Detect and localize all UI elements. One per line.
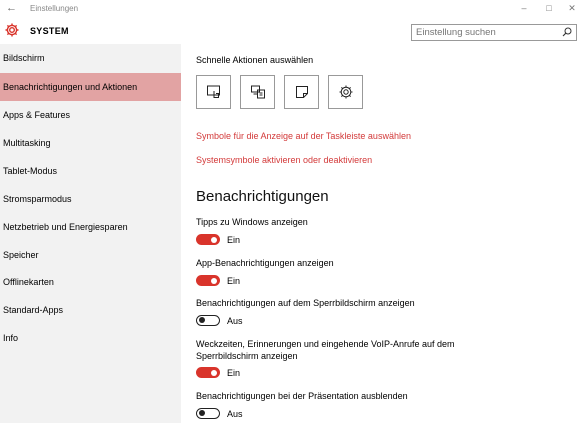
toggle-state-presentation: Aus bbox=[227, 409, 243, 419]
setting-label-alarms-voip: Weckzeiten, Erinnerungen und eingehende … bbox=[196, 339, 455, 361]
sidebar-item-standard-apps[interactable]: Standard-Apps bbox=[0, 296, 181, 324]
sidebar-item-info[interactable]: Info bbox=[0, 324, 181, 352]
toggle-app-notifications[interactable] bbox=[196, 275, 220, 286]
toggle-presentation[interactable] bbox=[196, 408, 220, 419]
setting-label-tips: Tipps zu Windows anzeigen bbox=[196, 217, 308, 227]
sidebar: Bildschirm Benachrichtigungen und Aktion… bbox=[0, 44, 181, 423]
sidebar-item-offlinekarten[interactable]: Offlinekarten bbox=[0, 268, 181, 296]
title-bar: ← Einstellungen – □ ✕ bbox=[0, 0, 580, 18]
tablet-mode-icon bbox=[207, 85, 220, 98]
setting-label-lockscreen: Benachrichtigungen auf dem Sperrbildschi… bbox=[196, 298, 415, 308]
toggle-knob bbox=[211, 236, 217, 243]
quick-actions-label: Schnelle Aktionen auswählen bbox=[196, 55, 314, 65]
main-content: Schnelle Aktionen auswählen Symbole für … bbox=[181, 44, 580, 423]
gear-icon bbox=[5, 23, 19, 37]
toggle-knob bbox=[199, 317, 205, 323]
system-icons-link[interactable]: Systemsymbole aktivieren oder deaktivier… bbox=[196, 155, 372, 165]
toggle-knob bbox=[199, 410, 205, 416]
back-button[interactable]: ← bbox=[6, 2, 17, 14]
toggle-state-lockscreen: Aus bbox=[227, 316, 243, 326]
sidebar-item-benachrichtigungen[interactable]: Benachrichtigungen und Aktionen bbox=[0, 73, 181, 101]
quick-action-note[interactable] bbox=[284, 75, 319, 109]
sidebar-item-netzbetrieb[interactable]: Netzbetrieb und Energiesparen bbox=[0, 213, 181, 241]
search-icon[interactable] bbox=[561, 26, 573, 38]
sidebar-item-bildschirm[interactable]: Bildschirm bbox=[0, 44, 181, 72]
toggle-state-alarms-voip: Ein bbox=[227, 368, 241, 378]
note-icon bbox=[296, 86, 308, 98]
search-box[interactable] bbox=[411, 24, 577, 41]
minimize-button[interactable]: – bbox=[516, 3, 532, 13]
sidebar-item-stromsparmodus[interactable]: Stromsparmodus bbox=[0, 185, 181, 213]
toggle-tips[interactable] bbox=[196, 234, 220, 245]
settings-icon bbox=[339, 85, 353, 99]
taskbar-icons-link[interactable]: Symbole für die Anzeige auf der Taskleis… bbox=[196, 131, 411, 141]
search-input[interactable] bbox=[416, 26, 556, 39]
toggle-lockscreen[interactable] bbox=[196, 315, 220, 326]
toggle-knob bbox=[211, 369, 217, 376]
toggle-state-app-notifications: Ein bbox=[227, 276, 241, 286]
page-title: SYSTEM bbox=[30, 26, 69, 36]
window-title: Einstellungen bbox=[30, 4, 79, 13]
quick-action-settings[interactable] bbox=[328, 75, 363, 109]
notifications-heading: Benachrichtigungen bbox=[196, 188, 329, 205]
toggle-alarms-voip[interactable] bbox=[196, 367, 220, 378]
sidebar-item-apps-features[interactable]: Apps & Features bbox=[0, 101, 181, 129]
sidebar-item-multitasking[interactable]: Multitasking bbox=[0, 129, 181, 157]
sidebar-item-tablet-modus[interactable]: Tablet-Modus bbox=[0, 157, 181, 185]
project-icon bbox=[251, 85, 265, 99]
setting-label-presentation: Benachrichtigungen bei der Präsentation … bbox=[196, 391, 408, 401]
quick-action-project[interactable] bbox=[240, 75, 275, 109]
maximize-button[interactable]: □ bbox=[541, 3, 557, 13]
setting-label-app-notifications: App-Benachrichtigungen anzeigen bbox=[196, 258, 334, 268]
toggle-knob bbox=[211, 277, 217, 284]
toggle-state-tips: Ein bbox=[227, 235, 241, 245]
quick-action-tablet-mode[interactable] bbox=[196, 75, 231, 109]
close-button[interactable]: ✕ bbox=[564, 3, 580, 14]
sidebar-item-speicher[interactable]: Speicher bbox=[0, 241, 181, 269]
